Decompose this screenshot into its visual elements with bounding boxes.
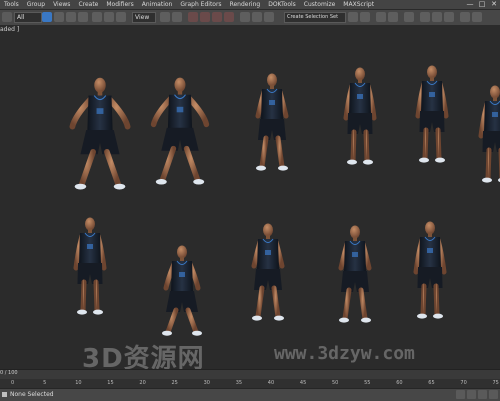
menu-doktools[interactable]: DOKTools: [264, 0, 300, 9]
menu-bar: Tools Group Views Create Modifiers Animation G…: [0, 0, 500, 10]
move-icon[interactable]: [92, 12, 102, 22]
playback-controls: [456, 390, 498, 399]
render-setup-icon[interactable]: [420, 12, 430, 22]
timeline-tick: 25: [171, 380, 178, 386]
mirror-icon[interactable]: [252, 12, 262, 22]
player-figure[interactable]: [251, 223, 285, 321]
material-editor-icon[interactable]: [404, 12, 414, 22]
timeline-tick: 60: [396, 380, 403, 386]
watermark-url: www.3dzyw.com: [274, 343, 415, 364]
pivot-point-icon[interactable]: [160, 12, 170, 22]
render-activeshade-icon[interactable]: [472, 12, 482, 22]
maximize-icon[interactable]: □: [476, 0, 488, 9]
rectangle-selection-icon[interactable]: [66, 12, 76, 22]
reference-coordinate-dropdown[interactable]: View: [132, 12, 156, 23]
frame-counter[interactable]: 0 / 100: [0, 370, 18, 376]
timeline-tick: 70: [460, 380, 467, 386]
timeline-tick: 50: [332, 380, 339, 386]
timeline-tick: 65: [428, 380, 435, 386]
player-figure[interactable]: [69, 77, 131, 190]
menu-customize[interactable]: Customize: [300, 0, 340, 9]
timeline-tick: 40: [267, 380, 275, 386]
percent-snap-icon[interactable]: [212, 12, 222, 22]
timeline-tick: 30: [203, 380, 210, 386]
select-by-name-icon[interactable]: [54, 12, 64, 22]
player-figure[interactable]: [338, 225, 372, 323]
menu-tools[interactable]: Tools: [0, 0, 23, 9]
window-crossing-icon[interactable]: [78, 12, 88, 22]
snaps-toggle-icon[interactable]: [188, 12, 198, 22]
zoom-extents-icon[interactable]: [489, 390, 498, 399]
timeline-tick: 15: [107, 380, 114, 386]
menu-group[interactable]: Group: [23, 0, 49, 9]
timeline-tick: 20: [139, 380, 146, 386]
named-selection-sets-input[interactable]: Create Selection Set: [284, 12, 346, 23]
minimize-icon[interactable]: —: [464, 0, 476, 9]
scale-icon[interactable]: [116, 12, 126, 22]
basketball-players-scene: [69, 65, 500, 336]
timeline-tick: 10: [75, 380, 82, 386]
player-figure[interactable]: [343, 67, 377, 165]
layer-manager-icon[interactable]: [348, 12, 358, 22]
player-figure[interactable]: [478, 85, 500, 183]
go-to-end-icon[interactable]: [478, 390, 487, 399]
status-bar: None Selected: [0, 388, 500, 401]
edit-named-selection-icon[interactable]: [240, 12, 250, 22]
menu-graph-editors[interactable]: Graph Editors: [176, 0, 225, 9]
time-slider[interactable]: 0 / 100 0 5 10 15 20 25 30 35 40 45 50 55 60 65 70 75: [0, 369, 500, 388]
select-object-icon[interactable]: [42, 12, 52, 22]
close-icon[interactable]: ✕: [488, 0, 500, 9]
timeline-tick: 55: [364, 380, 371, 386]
menu-rendering[interactable]: Rendering: [226, 0, 265, 9]
timeline-tick: 45: [299, 380, 307, 386]
timeline-tick: 75: [492, 380, 499, 386]
selection-lock-icon[interactable]: [2, 392, 7, 397]
menu-maxscript[interactable]: MAXScript: [339, 0, 378, 9]
timeline-tick: 0: [11, 380, 15, 386]
rendered-frame-window-icon[interactable]: [432, 12, 442, 22]
main-toolbar: All View Create Selection Set: [0, 10, 500, 26]
undo-icon[interactable]: [2, 12, 12, 22]
select-manipulate-icon[interactable]: [172, 12, 182, 22]
spinner-snap-icon[interactable]: [224, 12, 234, 22]
menu-animation[interactable]: Animation: [138, 0, 177, 9]
menu-modifiers[interactable]: Modifiers: [102, 0, 137, 9]
player-figure[interactable]: [413, 221, 447, 319]
perspective-viewport[interactable]: aded ]: [0, 26, 500, 369]
curve-editor-icon[interactable]: [376, 12, 386, 22]
player-figure[interactable]: [73, 217, 107, 315]
selection-filter-dropdown[interactable]: All: [14, 12, 42, 23]
timeline-tick: 35: [235, 380, 243, 386]
menu-create[interactable]: Create: [74, 0, 102, 9]
graphite-ribbon-icon[interactable]: [360, 12, 370, 22]
render-production-icon[interactable]: [444, 12, 454, 22]
window-controls: — □ ✕: [464, 0, 500, 9]
timeline-tick: 5: [43, 380, 47, 386]
selection-status: None Selected: [10, 391, 54, 398]
player-figure[interactable]: [255, 73, 289, 171]
watermark: 3D资源网 www.3dzyw.com: [0, 338, 500, 374]
player-figure[interactable]: [162, 245, 202, 336]
rotate-icon[interactable]: [104, 12, 114, 22]
schematic-view-icon[interactable]: [388, 12, 398, 22]
player-figure[interactable]: [150, 77, 210, 185]
angle-snap-icon[interactable]: [200, 12, 210, 22]
go-to-start-icon[interactable]: [456, 390, 465, 399]
play-icon[interactable]: [467, 390, 476, 399]
render-iterative-icon[interactable]: [460, 12, 470, 22]
menu-views[interactable]: Views: [49, 0, 74, 9]
align-icon[interactable]: [264, 12, 274, 22]
player-figure[interactable]: [415, 65, 449, 163]
